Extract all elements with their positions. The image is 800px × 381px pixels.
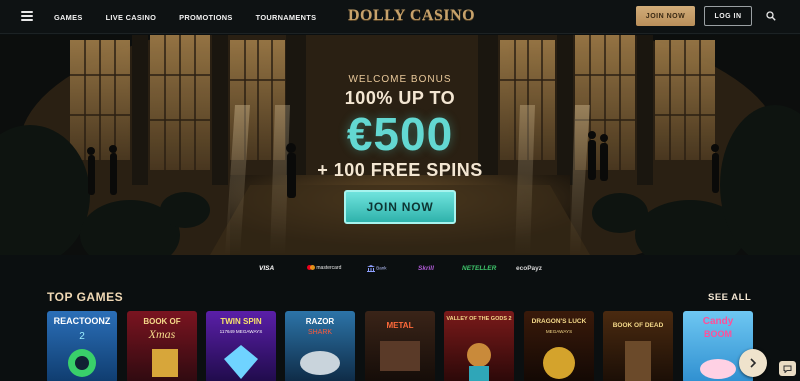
game-art [380, 341, 420, 371]
game-tile[interactable]: TWIN SPIN 117649 MEGAWAYS [206, 311, 276, 381]
see-all-link[interactable]: SEE ALL [708, 292, 751, 303]
game-art [300, 351, 340, 375]
game-art [543, 347, 575, 379]
ecopayz-logo: ecoPayz [516, 265, 543, 272]
game-tile[interactable]: RAZOR SHARK [285, 311, 355, 381]
game-art [467, 343, 491, 381]
top-games-title: TOP GAMES [47, 290, 124, 304]
nav-games[interactable]: GAMES [54, 13, 83, 22]
payment-methods: VISA mastercard Bank Skrill NETELLER eco… [0, 262, 800, 278]
hero-join-now-button[interactable]: JOIN NOW [344, 190, 456, 224]
bonus-amount: €500 [346, 108, 454, 160]
login-button[interactable]: LOG IN [704, 6, 752, 26]
mastercard-label: mastercard [316, 265, 342, 271]
carousel-next-button[interactable] [739, 349, 767, 377]
game-tile[interactable]: DRAGON'S LUCK MEGAWAYS [524, 311, 594, 381]
main-nav: GAMES LIVE CASINO PROMOTIONS TOURNAMENTS [54, 0, 339, 34]
visa-logo: VISA [259, 265, 275, 272]
game-tile[interactable]: BOOK OF DEAD [603, 311, 673, 381]
game-art [224, 345, 258, 379]
search-icon[interactable] [766, 11, 776, 21]
skrill-logo: Skrill [418, 265, 434, 272]
join-now-button[interactable]: JOIN NOW [636, 6, 695, 26]
top-header: GAMES LIVE CASINO PROMOTIONS TOURNAMENTS… [0, 0, 800, 34]
hamburger-menu-icon[interactable] [21, 11, 33, 21]
nav-live-casino[interactable]: LIVE CASINO [106, 13, 157, 22]
welcome-bonus-label: WELCOME BONUS [348, 74, 452, 85]
mastercard-logo: mastercard [307, 265, 341, 271]
top-games-carousel: REACTOONZ 2 BOOK OF Xmas TWIN SPIN 11764… [47, 311, 800, 381]
game-tile[interactable]: BOOK OF Xmas [127, 311, 197, 381]
live-chat-button[interactable] [779, 361, 796, 376]
nav-promotions[interactable]: PROMOTIONS [179, 13, 233, 22]
chevron-right-icon [750, 358, 757, 368]
game-tile[interactable]: METAL [365, 311, 435, 381]
game-art [68, 349, 96, 377]
game-art [152, 349, 178, 377]
nav-tournaments[interactable]: TOURNAMENTS [256, 13, 317, 22]
game-tile[interactable]: REACTOONZ 2 [47, 311, 117, 381]
chat-icon [783, 365, 792, 373]
free-spins-label: + 100 FREE SPINS [317, 160, 483, 180]
game-art [625, 341, 651, 381]
site-logo[interactable]: DOLLY CASINO [348, 7, 475, 25]
neteller-logo: NETELLER [462, 265, 497, 272]
bonus-percent: 100% UP TO [344, 88, 456, 108]
hero-banner: WELCOME BONUS 100% UP TO €500 + 100 FREE… [0, 35, 800, 255]
bank-transfer-label: Bank [376, 265, 387, 271]
game-tile[interactable]: VALLEY OF THE GODS 2 [444, 311, 514, 381]
bank-transfer-logo: Bank [367, 265, 387, 272]
